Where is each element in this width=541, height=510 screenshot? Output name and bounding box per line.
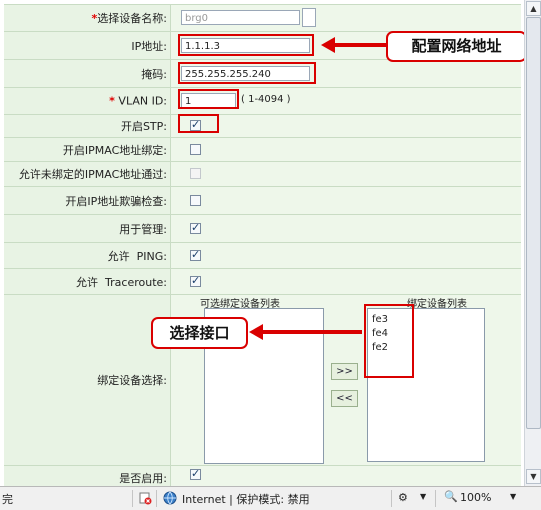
arrow-icon [249, 324, 362, 340]
arrow-icon [321, 37, 386, 53]
allow-unbound-label: 允许未绑定的IPMAC地址通过: [18, 168, 167, 181]
mask-highlight-box [178, 62, 316, 84]
stp-label: 开启STP: [120, 120, 167, 133]
row-ipmac-bind: 开启IPMAC地址绑定: [4, 137, 521, 161]
row-ping: 允许 PING: [4, 242, 521, 268]
ipmac-bind-checkbox[interactable] [190, 143, 201, 155]
status-text: 完 [2, 493, 13, 506]
row-ip-spoof: 开启IP地址欺骗检查: [4, 186, 521, 214]
ip-spoof-checkbox[interactable] [190, 194, 201, 206]
traceroute-label: 允许 Traceroute: [76, 275, 167, 289]
row-manage: 用于管理: [4, 214, 521, 242]
manage-label: 用于管理: [119, 222, 167, 236]
zoom-level[interactable]: 100% [460, 491, 491, 504]
row-traceroute: 允许 Traceroute: [4, 268, 521, 294]
vertical-scrollbar[interactable]: ▲ ▼ [524, 0, 541, 486]
settings-icon[interactable]: ⚙ [398, 491, 408, 504]
chevron-down-icon[interactable]: ▼ [420, 492, 426, 501]
row-bind-device: 绑定设备选择: 可选绑定设备列表 绑定设备列表 >> << fe3 fe4 fe… [4, 294, 521, 465]
row-enable: 是否启用: [4, 465, 521, 486]
bound-list-highlight-box [364, 304, 414, 378]
vlan-highlight-box [178, 89, 239, 109]
stp-highlight-box [178, 114, 219, 133]
mask-label: 掩码: [141, 67, 167, 81]
blocked-icon [139, 492, 152, 505]
bind-device-label: 绑定设备选择: [97, 374, 167, 387]
vlan-range: ( 1-4094 ) [241, 94, 291, 105]
ip-highlight-box [178, 34, 314, 56]
device-name-select[interactable]: brg0 [181, 10, 300, 25]
required-mark: * [109, 94, 115, 108]
row-vlan: * VLAN ID: 1 ( 1-4094 ) [4, 87, 521, 114]
traceroute-checkbox[interactable] [190, 274, 201, 287]
add-device-button[interactable]: >> [331, 363, 358, 380]
manage-checkbox[interactable] [190, 221, 201, 234]
allow-unbound-checkbox[interactable] [190, 168, 201, 179]
scroll-thumb[interactable] [526, 17, 541, 429]
callout-config-ip: 配置网络地址 [386, 31, 524, 62]
callout-select-interface: 选择接口 [151, 317, 248, 349]
row-allow-unbound: 允许未绑定的IPMAC地址通过: [4, 161, 521, 186]
scroll-down-icon[interactable]: ▼ [526, 469, 541, 484]
settings-form: *选择设备名称: brg0 IP地址: 1.1.1.3 掩码: 255.255.… [0, 0, 524, 486]
vlan-label: VLAN ID: [118, 94, 167, 108]
globe-icon [163, 491, 177, 505]
ip-spoof-label: 开启IP地址欺骗检查: [65, 194, 167, 208]
ip-label: IP地址: [131, 39, 167, 53]
ipmac-bind-label: 开启IPMAC地址绑定: [62, 143, 167, 157]
enable-checkbox[interactable] [190, 467, 201, 480]
row-stp: 开启STP: [4, 114, 521, 137]
device-name-dropdown-button[interactable] [302, 8, 316, 27]
zoom-icon: 🔍 [444, 490, 458, 503]
scroll-up-icon[interactable]: ▲ [526, 1, 541, 16]
status-bar: 完 Internet | 保护模式: 禁用 ⚙ ▼ 🔍 100% ▼ [0, 486, 541, 510]
chevron-down-icon[interactable]: ▼ [510, 492, 516, 501]
device-name-label: 选择设备名称: [97, 12, 167, 25]
security-zone-text: Internet | 保护模式: 禁用 [182, 493, 310, 506]
ping-checkbox[interactable] [190, 248, 201, 261]
ping-label: 允许 PING: [107, 249, 167, 263]
remove-device-button[interactable]: << [331, 390, 358, 407]
row-device-name: *选择设备名称: brg0 [4, 4, 521, 31]
enable-label: 是否启用: [119, 472, 167, 485]
